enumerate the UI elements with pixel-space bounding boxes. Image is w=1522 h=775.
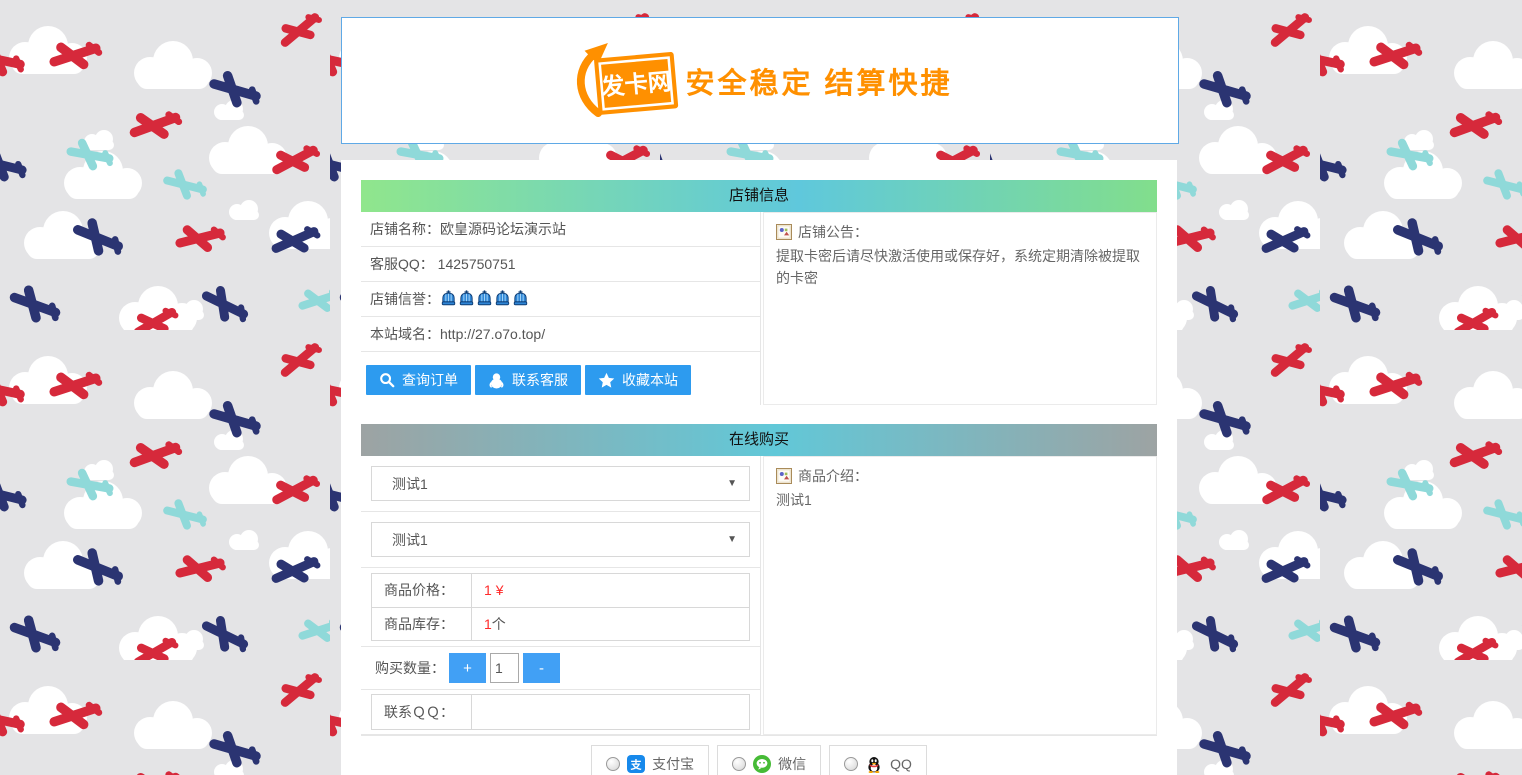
shop-notice-title-row: 店铺公告： [776,221,1144,243]
section-gap [361,405,1157,424]
quantity-row: 购买数量： + - [361,647,760,690]
purchase-left: 测试1 ▼ 测试1 ▼ 商品价格： 1 ¥ [361,456,761,735]
quantity-increase-button[interactable]: + [449,653,486,683]
product-intro-panel: 商品介绍： 测试1 [763,456,1157,735]
contact-service-label: 联系客服 [512,370,568,390]
purchase-header: 在线购买 [361,424,1157,456]
shop-info-section: 店铺名称：欧皇源码论坛演示站 客服QQ： 1425750751 店铺信誉： 本站… [361,212,1157,405]
product-intro-text: 测试1 [776,489,1144,511]
payment-option-alipay[interactable]: 支 支付宝 [591,745,709,775]
price-number: 1 [484,582,492,598]
qq-label: QQ [890,756,912,772]
stock-unit: 个 [492,616,506,632]
price-unit: ¥ [496,582,504,598]
contact-qq-input[interactable] [472,695,749,729]
shop-notice-title: 店铺公告： [798,221,868,243]
query-order-button[interactable]: 查询订单 [366,365,471,395]
payment-option-wechat[interactable]: 微信 [717,745,821,775]
alipay-icon: 支 [627,755,645,773]
shop-name-row: 店铺名称：欧皇源码论坛演示站 [361,212,760,247]
bookmark-site-button[interactable]: 收藏本站 [585,365,691,395]
crown-icon [476,290,493,307]
qq-radio[interactable] [844,757,858,771]
price-row: 商品价格： 1 ¥ [372,574,749,607]
domain-row: 本站域名：http://27.o7o.top/ [361,317,760,352]
shop-notice-panel: 店铺公告： 提取卡密后请尽快激活使用或保存好，系统定期清除被提取的卡密 [763,212,1157,405]
product-intro-title: 商品介绍： [798,465,868,487]
category-select-row: 测试1 ▼ [361,456,760,512]
chevron-down-icon: ▼ [727,478,737,489]
main-panel: 店铺信息 店铺名称：欧皇源码论坛演示站 客服QQ： 1425750751 店铺信… [341,160,1177,775]
payment-methods-row: 支 支付宝 微信 QQ [361,735,1157,775]
chevron-down-icon: ▼ [727,534,737,545]
alipay-label: 支付宝 [652,754,694,774]
alipay-radio[interactable] [606,757,620,771]
stock-value: 1个 [472,608,506,640]
wechat-icon [753,755,771,773]
quantity-label: 购买数量： [375,658,449,678]
price-stock-row: 商品价格： 1 ¥ 商品库存： 1个 [361,568,760,647]
domain-value: http://27.o7o.top/ [440,326,545,342]
shop-action-buttons: 查询订单 联系客服 收藏本站 [361,352,760,405]
faka-logo-icon: 发卡网 [567,40,679,122]
service-qq-label: 客服QQ： [370,256,434,272]
shop-name-label: 店铺名称： [370,221,440,237]
service-qq-row: 客服QQ： 1425750751 [361,247,760,282]
contact-qq-box: 联系ＱＱ： [371,694,750,730]
quantity-decrease-button[interactable]: - [523,653,560,683]
image-placeholder-icon [776,468,792,484]
shop-name-value: 欧皇源码论坛演示站 [440,221,566,237]
search-icon [379,372,395,388]
shop-notice-text: 提取卡密后请尽快激活使用或保存好，系统定期清除被提取的卡密 [776,245,1144,289]
reputation-label: 店铺信誉： [370,291,440,307]
contact-qq-row: 联系ＱＱ： [361,690,760,735]
svg-text:支: 支 [630,758,643,772]
price-stock-table: 商品价格： 1 ¥ 商品库存： 1个 [371,573,750,641]
stock-label: 商品库存： [372,608,472,640]
qq-icon [865,755,883,773]
image-placeholder-icon [776,224,792,240]
stock-row: 商品库存： 1个 [372,607,749,640]
star-icon [598,372,615,389]
service-qq-value: 1425750751 [438,256,516,272]
site-slogan: 安全稳定 结算快捷 [685,60,952,102]
crown-icon [458,290,475,307]
domain-label: 本站域名： [370,326,440,342]
bookmark-site-label: 收藏本站 [622,370,678,390]
category-select-value: 测试1 [392,474,727,494]
quantity-input[interactable] [490,653,519,683]
site-logo: 发卡网 安全稳定 结算快捷 [567,40,952,122]
payment-option-qq[interactable]: QQ [829,745,927,775]
crown-icon [512,290,529,307]
shop-info-header: 店铺信息 [361,180,1157,212]
product-intro-title-row: 商品介绍： [776,465,1144,487]
wechat-label: 微信 [778,754,806,774]
category-select[interactable]: 测试1 ▼ [371,466,750,501]
query-order-label: 查询订单 [402,370,458,390]
wechat-radio[interactable] [732,757,746,771]
qq-contact-icon [488,372,505,389]
crown-icon [494,290,511,307]
shop-info-left: 店铺名称：欧皇源码论坛演示站 客服QQ： 1425750751 店铺信誉： 本站… [361,212,761,405]
contact-service-button[interactable]: 联系客服 [475,365,581,395]
site-header: 发卡网 安全稳定 结算快捷 [341,17,1179,144]
price-value: 1 ¥ [472,574,503,607]
page: 发卡网 安全稳定 结算快捷 店铺信息 店铺名称：欧皇源码论坛演示站 客服QQ： … [0,0,1522,775]
reputation-row: 店铺信誉： [361,282,760,317]
product-select[interactable]: 测试1 ▼ [371,522,750,557]
purchase-section: 测试1 ▼ 测试1 ▼ 商品价格： 1 ¥ [361,456,1157,735]
product-select-row: 测试1 ▼ [361,512,760,568]
stock-number: 1 [484,616,492,632]
product-select-value: 测试1 [392,530,727,550]
crown-icon [440,290,457,307]
price-label: 商品价格： [372,574,472,607]
contact-qq-label: 联系ＱＱ： [372,695,472,729]
